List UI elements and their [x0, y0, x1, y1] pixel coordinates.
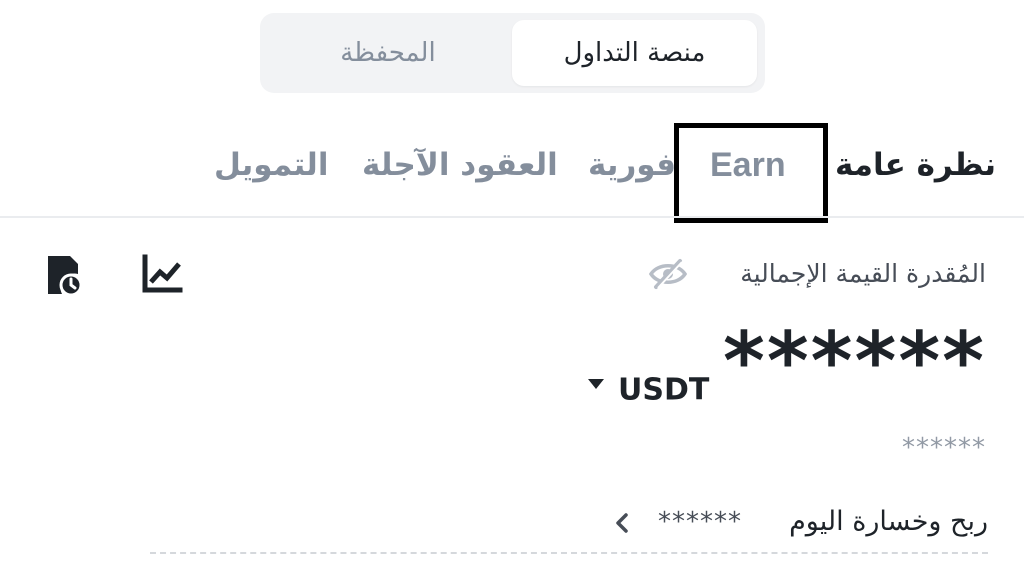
- history-icon[interactable]: [44, 254, 84, 297]
- wallet-exchange-toggle: المحفظة منصة التداول: [260, 13, 765, 93]
- total-balance-label: المُقدرة القيمة الإجمالية: [740, 259, 986, 288]
- chevron-left-icon: [612, 512, 632, 534]
- tab-overview[interactable]: نظرة عامة: [835, 138, 996, 192]
- pnl-dashed-underline: [150, 552, 988, 554]
- today-pnl-row[interactable]: ****** ربح وخسارة اليوم: [612, 500, 988, 546]
- today-pnl-label: ربح وخسارة اليوم: [789, 506, 988, 537]
- tab-earn[interactable]: Earn: [710, 138, 786, 192]
- caret-down-icon: [588, 378, 604, 389]
- tab-funding[interactable]: التمويل: [214, 138, 328, 192]
- tabs-divider: [0, 216, 1024, 218]
- segment-wallet[interactable]: المحفظة: [272, 20, 504, 86]
- today-pnl-value: ******: [658, 507, 742, 537]
- secondary-balance-value: ******: [902, 433, 986, 463]
- eye-off-icon[interactable]: [648, 258, 688, 290]
- total-balance-value: ******: [722, 315, 986, 408]
- currency-selector[interactable]: USDT: [588, 368, 709, 412]
- tab-futures[interactable]: العقود الآجلة: [362, 138, 558, 192]
- currency-label: USDT: [618, 372, 710, 408]
- tab-spot[interactable]: فورية: [588, 138, 676, 192]
- segment-exchange[interactable]: منصة التداول: [512, 20, 757, 86]
- chart-icon[interactable]: [140, 252, 184, 296]
